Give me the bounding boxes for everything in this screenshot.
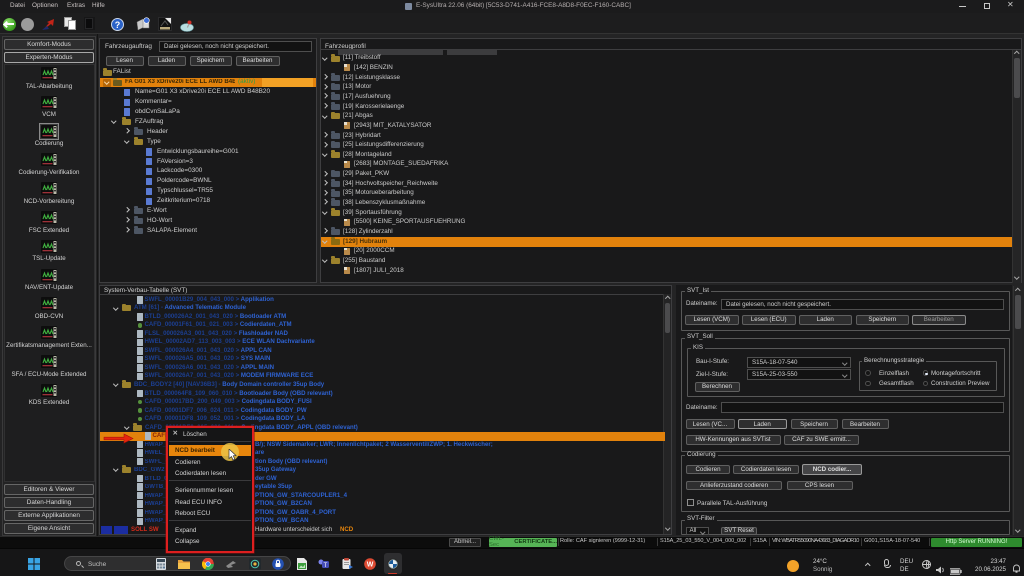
svg-text:T: T (324, 563, 328, 569)
svg-text:W: W (366, 562, 373, 569)
